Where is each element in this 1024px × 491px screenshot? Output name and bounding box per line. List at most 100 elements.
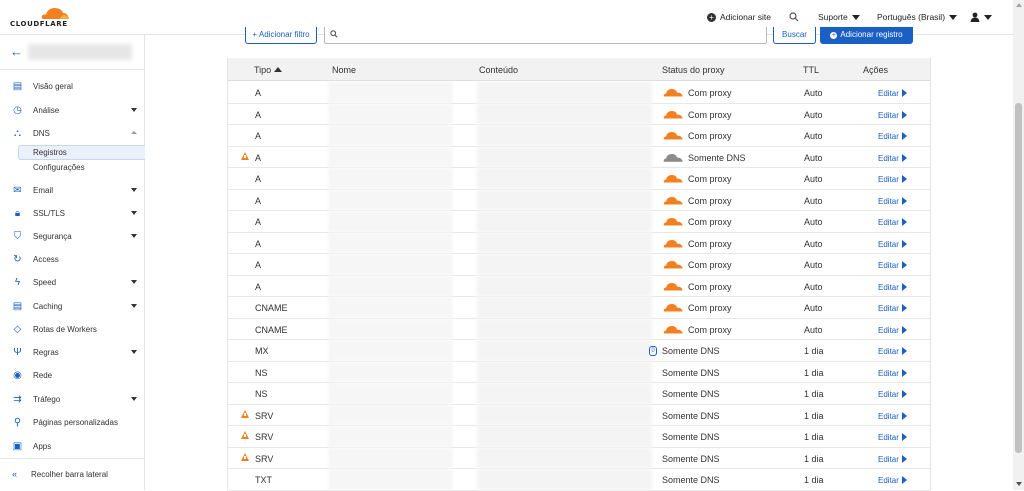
add-site-link[interactable]: + Adicionar site: [707, 12, 771, 22]
table-row[interactable]: NS Somente DNS 1 dia Editar: [228, 383, 930, 405]
edit-record-link[interactable]: Editar: [878, 433, 907, 442]
proxied-cloud-icon[interactable]: [663, 303, 683, 312]
edit-record-link[interactable]: Editar: [878, 196, 907, 206]
sidebar-item-shield[interactable]: ⛉ Segurança: [0, 227, 145, 245]
table-row[interactable]: SRV Somente DNS 1 dia Editar: [228, 426, 930, 448]
record-ttl: Auto: [804, 324, 823, 335]
scroll-thumb[interactable]: [1015, 103, 1022, 453]
proxied-cloud-icon[interactable]: [663, 110, 683, 119]
record-ttl: 1 dia: [804, 367, 824, 378]
table-row[interactable]: A Com proxy Auto Editar: [228, 232, 930, 254]
edit-record-link[interactable]: Editar: [878, 411, 907, 421]
site-selector[interactable]: ←: [0, 35, 144, 70]
sidebar-item-email[interactable]: ✉ Email: [0, 181, 145, 199]
table-row[interactable]: A Com proxy Auto Editar: [228, 189, 930, 211]
double-chevron-left-icon: «: [12, 469, 18, 479]
speed-icon: ϟ: [14, 276, 21, 288]
proxied-cloud-icon[interactable]: [663, 196, 683, 205]
edit-record-link[interactable]: Editar: [878, 218, 907, 227]
sidebar-item-workers[interactable]: ◇ Rotas de Workers: [0, 320, 145, 338]
table-row[interactable]: CNAME Com proxy Auto Editar: [228, 318, 930, 340]
search-nav-button[interactable]: [789, 12, 799, 22]
table-row[interactable]: A Somente DNS Auto Editar: [228, 146, 930, 168]
table-row[interactable]: A Com proxy Auto Editar: [228, 211, 930, 233]
sidebar-item-access[interactable]: ↻ Access: [0, 250, 145, 268]
proxied-cloud-icon[interactable]: [663, 282, 683, 291]
sidebar-item-analytics[interactable]: ◷ Análise: [0, 101, 145, 119]
sidebar-item-custom-pages[interactable]: ⚲ Páginas personalizadas: [0, 413, 145, 431]
table-row[interactable]: TXT Somente DNS 1 dia Editar: [228, 469, 930, 491]
proxied-cloud-icon[interactable]: [663, 239, 683, 248]
edit-record-link[interactable]: Editar: [878, 304, 907, 313]
edit-record-link[interactable]: Editar: [878, 132, 907, 141]
sidebar-item-lock[interactable]: 🔒︎ SSL/TLS: [0, 204, 145, 222]
table-row[interactable]: A Com proxy Auto Editar: [228, 168, 930, 190]
support-dropdown[interactable]: Suporte: [818, 12, 860, 22]
proxied-cloud-icon[interactable]: [663, 131, 683, 140]
column-header-type[interactable]: Tipo: [254, 65, 283, 75]
column-header-proxy[interactable]: Status do proxy: [662, 65, 725, 75]
edit-record-link[interactable]: Editar: [878, 325, 907, 335]
sidebar-subitem-settings[interactable]: Configurações: [0, 161, 145, 176]
edit-record-link[interactable]: Editar: [878, 175, 907, 184]
table-row[interactable]: CNAME Com proxy Auto Editar: [228, 297, 930, 319]
search-input[interactable]: [324, 27, 767, 44]
table-row[interactable]: SRV Somente DNS 1 dia Editar: [228, 447, 930, 469]
record-ttl: Auto: [804, 281, 823, 292]
back-arrow-icon[interactable]: ←: [10, 44, 23, 59]
sidebar-item-apps[interactable]: ▣ Apps: [0, 437, 145, 455]
dns-only-cloud-icon[interactable]: [663, 153, 683, 162]
edit-record-link[interactable]: Editar: [878, 476, 907, 485]
proxied-cloud-icon[interactable]: [663, 88, 683, 97]
table-row[interactable]: A Com proxy Auto Editar: [228, 254, 930, 276]
edit-record-link[interactable]: Editar: [878, 239, 907, 249]
table-row[interactable]: A Com proxy Auto Editar: [228, 125, 930, 147]
sidebar-subitem-records[interactable]: Registros: [18, 145, 145, 160]
proxy-status: Com proxy: [688, 324, 732, 335]
sidebar-item-rules[interactable]: Ψ Regras: [0, 343, 145, 361]
proxied-cloud-icon[interactable]: [663, 217, 683, 226]
edit-label: Editar: [878, 411, 899, 421]
edit-record-link[interactable]: Editar: [878, 347, 907, 356]
add-record-button[interactable]: + Adicionar registro: [820, 27, 913, 44]
column-header-name[interactable]: Nome: [332, 65, 356, 75]
scroll-down-icon[interactable]: [1016, 482, 1022, 486]
sidebar-item-traffic[interactable]: ⇉ Tráfego: [0, 390, 145, 408]
edit-record-link[interactable]: Editar: [878, 153, 907, 163]
edit-record-link[interactable]: Editar: [878, 110, 907, 120]
table-row[interactable]: MX 0 Somente DNS 1 dia Editar: [228, 340, 930, 362]
table-row[interactable]: SRV Somente DNS 1 dia Editar: [228, 404, 930, 426]
edit-record-link[interactable]: Editar: [878, 261, 907, 270]
edit-record-link[interactable]: Editar: [878, 454, 907, 464]
sidebar-item-caching[interactable]: ▤ Caching: [0, 297, 145, 315]
scroll-up-icon[interactable]: [1016, 3, 1022, 7]
sidebar-item-overview[interactable]: ▤ Visão geral: [0, 77, 145, 95]
table-row[interactable]: A Com proxy Auto Editar: [228, 275, 930, 297]
proxied-cloud-icon[interactable]: [663, 325, 683, 334]
sidebar-item-network[interactable]: ◉ Rede: [0, 366, 145, 384]
sidebar-item-speed[interactable]: ϟ Speed: [0, 273, 145, 291]
cloudflare-logo[interactable]: CLOUDFLARE: [10, 6, 72, 30]
column-header-ttl[interactable]: TTL: [803, 65, 819, 75]
chevron-down-icon: [949, 14, 958, 20]
user-menu[interactable]: [970, 12, 992, 22]
table-row[interactable]: A Com proxy Auto Editar: [228, 103, 930, 125]
proxied-cloud-icon[interactable]: [663, 260, 683, 269]
language-dropdown[interactable]: Português (Brasil): [877, 12, 958, 22]
edit-record-link[interactable]: Editar: [878, 282, 907, 292]
proxy-status: Com proxy: [688, 109, 732, 120]
search-button[interactable]: Buscar: [773, 27, 816, 44]
edit-record-link[interactable]: Editar: [878, 89, 907, 98]
plus-circle-icon: +: [707, 12, 716, 22]
edit-record-link[interactable]: Editar: [878, 368, 907, 378]
collapse-sidebar-button[interactable]: « Recolher barra lateral: [0, 458, 145, 490]
add-filter-button[interactable]: + Adicionar filtro: [245, 27, 317, 44]
column-header-content[interactable]: Conteúdo: [479, 65, 518, 75]
edit-record-link[interactable]: Editar: [878, 390, 907, 399]
caret-right-icon: [901, 110, 907, 119]
table-row[interactable]: NS Somente DNS 1 dia Editar: [228, 361, 930, 383]
table-row[interactable]: A Com proxy Auto Editar: [228, 82, 930, 104]
sidebar-item-dns[interactable]: ⛬ DNS: [0, 124, 145, 142]
proxied-cloud-icon[interactable]: [663, 174, 683, 183]
page-scrollbar[interactable]: [1013, 0, 1024, 490]
